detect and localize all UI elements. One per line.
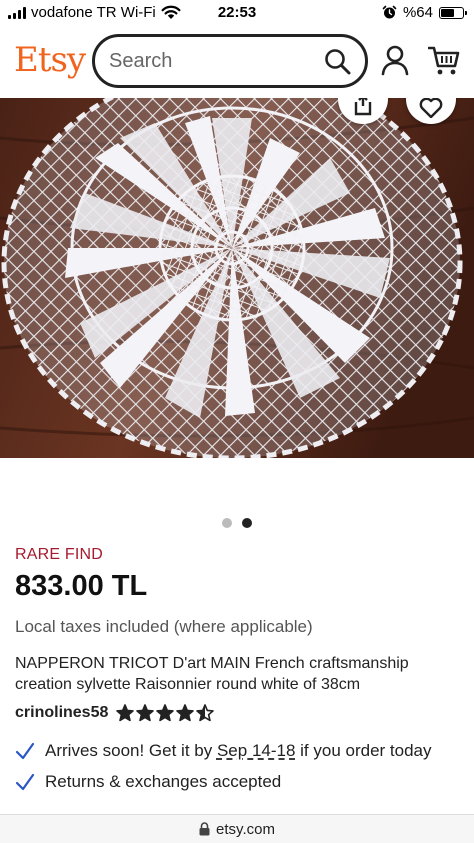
- taxes-note: Local taxes included (where applicable): [15, 617, 313, 636]
- arrival-perk: Arrives soon! Get it by Sep 14-18 if you…: [15, 741, 432, 761]
- battery-icon: [439, 6, 467, 19]
- heart-icon: [419, 98, 443, 118]
- returns-text: Returns & exchanges accepted: [45, 772, 282, 791]
- star-full-icon: [156, 704, 175, 722]
- rating-stars[interactable]: [116, 704, 215, 722]
- carousel-dot[interactable]: [222, 518, 232, 528]
- star-full-icon: [176, 704, 195, 722]
- rare-find-badge: RARE FIND: [15, 546, 104, 563]
- status-right: %64: [382, 4, 467, 21]
- user-icon[interactable]: [380, 44, 410, 76]
- star-half-icon: [196, 704, 215, 722]
- etsy-logo[interactable]: Etsy: [14, 40, 86, 80]
- carousel-dots: [0, 518, 474, 528]
- cart-icon[interactable]: [428, 44, 460, 76]
- check-icon: [15, 773, 35, 791]
- search-icon[interactable]: [323, 47, 353, 77]
- arrival-date-link[interactable]: Sep 14-18: [217, 741, 295, 760]
- seller-name[interactable]: crinolines58: [15, 704, 108, 722]
- star-full-icon: [136, 704, 155, 722]
- carousel-dot[interactable]: [242, 518, 252, 528]
- star-full-icon: [116, 704, 135, 722]
- product-title: NAPPERON TRICOT D'art MAIN French crafts…: [15, 655, 409, 693]
- doily-photo: [0, 98, 474, 458]
- app-header: Etsy: [0, 26, 474, 98]
- alarm-icon: [382, 5, 397, 19]
- returns-perk: Returns & exchanges accepted: [15, 772, 281, 792]
- browser-url-bar[interactable]: etsy.com: [0, 814, 474, 843]
- lock-icon: [199, 822, 210, 836]
- share-icon: [354, 98, 372, 116]
- product-price: 833.00 TL: [15, 570, 148, 602]
- search-bar[interactable]: [92, 34, 368, 88]
- seller-row[interactable]: crinolines58: [15, 704, 215, 722]
- check-icon: [15, 742, 35, 760]
- product-image[interactable]: [0, 98, 474, 458]
- url-text[interactable]: etsy.com: [216, 821, 275, 838]
- arrival-suffix: if you order today: [300, 741, 432, 760]
- arrival-prefix: Arrives soon! Get it by: [45, 741, 213, 760]
- search-input[interactable]: [109, 49, 309, 73]
- status-bar: vodafone TR Wi-Fi 22:53 %64: [0, 0, 474, 26]
- battery-percent: %64: [402, 4, 433, 21]
